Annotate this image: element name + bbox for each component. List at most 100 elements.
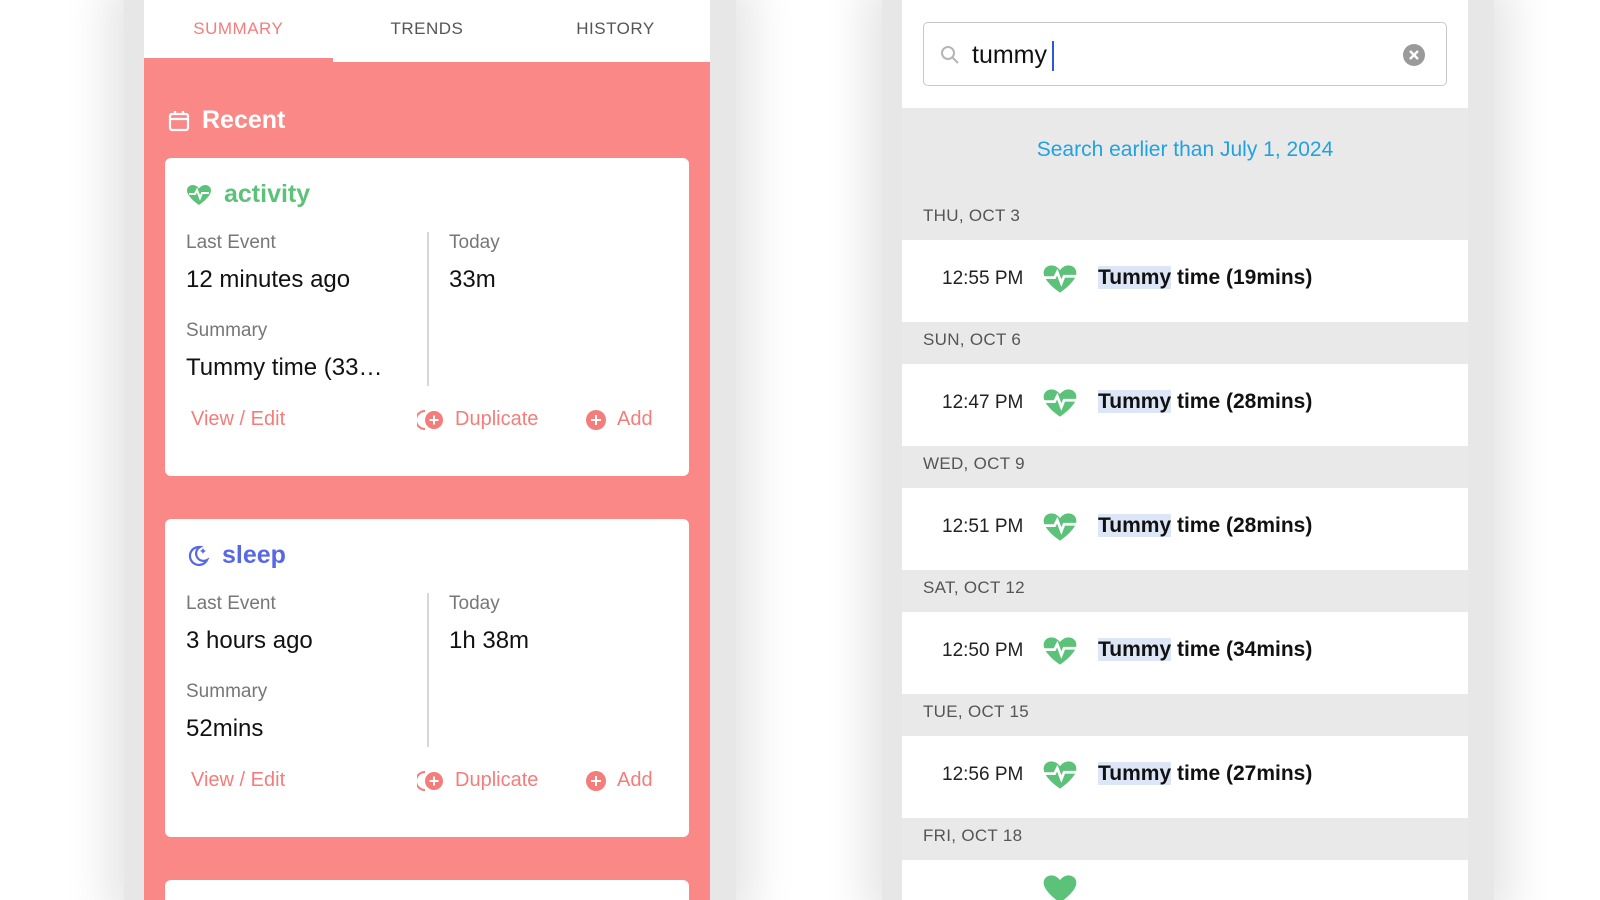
tab-history[interactable]: HISTORY: [521, 0, 710, 62]
result-text: Tummy time (19mins): [1098, 266, 1312, 290]
day-header: THU, OCT 3: [902, 198, 1468, 238]
summary-value: Tummy time (33…: [186, 354, 383, 381]
summary-label: Summary: [186, 320, 268, 341]
day-header: SAT, OCT 12: [902, 570, 1468, 610]
duplicate-label: Duplicate: [455, 769, 539, 791]
duplicate-label: Duplicate: [455, 408, 539, 430]
result-time: 12:55 PM: [942, 268, 1024, 289]
last-event-value: 12 minutes ago: [186, 266, 351, 293]
result-rest: time (19mins): [1171, 266, 1313, 289]
sleep-card: sleep Last Event 3 hours ago Summary 52m…: [165, 519, 689, 837]
heart-pulse-icon: [1043, 761, 1077, 789]
result-row[interactable]: 12:56 PM Tummy time (27mins): [902, 736, 1468, 818]
match-highlight: Tummy: [1098, 638, 1172, 661]
day-header: WED, OCT 9: [902, 446, 1468, 486]
duplicate-icon: [417, 409, 443, 430]
summary-label: Summary: [186, 681, 268, 702]
result-rest: time (28mins): [1171, 514, 1313, 537]
add-label: Add: [617, 408, 653, 430]
summary-phone: SUMMARY TRENDS HISTORY Recent activity L…: [124, 0, 736, 900]
view-edit-button[interactable]: View / Edit: [191, 769, 285, 792]
duplicate-button[interactable]: Duplicate: [417, 408, 538, 431]
add-label: Add: [617, 769, 653, 791]
card-divider: [427, 593, 429, 747]
last-event-label: Last Event: [186, 593, 276, 614]
search-icon: [941, 46, 959, 64]
result-text: Tummy time (28mins): [1098, 390, 1312, 414]
match-highlight: Tummy: [1098, 390, 1172, 413]
search-box[interactable]: [923, 22, 1447, 86]
activity-card: activity Last Event 12 minutes ago Summa…: [165, 158, 689, 476]
result-row[interactable]: 12:47 PM Tummy time (28mins): [902, 364, 1468, 446]
next-card: [165, 880, 689, 900]
add-icon: [586, 409, 606, 430]
result-time: 12:51 PM: [942, 516, 1024, 537]
add-button[interactable]: Add: [585, 408, 653, 431]
clear-search-icon[interactable]: [1402, 43, 1426, 67]
sleep-actions: View / Edit Duplicate Add: [165, 769, 689, 805]
day-label: SUN, OCT 6: [923, 330, 1022, 349]
activity-title: activity: [224, 180, 311, 208]
text-caret: [1052, 41, 1054, 71]
day-label: THU, OCT 3: [923, 206, 1021, 225]
tab-bar: SUMMARY TRENDS HISTORY: [144, 0, 710, 62]
result-row[interactable]: 12:51 PM Tummy time (28mins): [902, 488, 1468, 570]
card-divider: [427, 232, 429, 386]
heart-pulse-icon: [1043, 875, 1077, 900]
heart-pulse-icon: [1043, 265, 1077, 293]
activity-card-header: activity: [186, 180, 310, 209]
search-earlier-link[interactable]: Search earlier than July 1, 2024: [902, 138, 1468, 162]
result-time: 12:50 PM: [942, 640, 1024, 661]
search-phone: Search earlier than July 1, 2024 THU, OC…: [882, 0, 1494, 900]
last-event-value: 3 hours ago: [186, 627, 313, 654]
heart-pulse-icon: [1043, 513, 1077, 541]
result-row[interactable]: 12:50 PM Tummy time (34mins): [902, 612, 1468, 694]
tab-summary[interactable]: SUMMARY: [144, 0, 333, 62]
last-event-label: Last Event: [186, 232, 276, 253]
view-edit-button[interactable]: View / Edit: [191, 408, 285, 431]
summary-value: 52mins: [186, 715, 264, 742]
result-rest: time (34mins): [1171, 638, 1313, 661]
today-value: 1h 38m: [449, 627, 530, 654]
search-header: [902, 0, 1468, 108]
tab-trends[interactable]: TRENDS: [333, 0, 522, 62]
match-highlight: Tummy: [1098, 514, 1172, 537]
day-label: FRI, OCT 18: [923, 826, 1023, 845]
search-screen: Search earlier than July 1, 2024 THU, OC…: [902, 0, 1468, 900]
result-row[interactable]: [902, 860, 1468, 900]
match-highlight: Tummy: [1098, 762, 1172, 785]
day-header: TUE, OCT 15: [902, 694, 1468, 734]
sleep-card-header: sleep: [186, 541, 286, 570]
result-text: Tummy time (34mins): [1098, 638, 1312, 662]
duplicate-button[interactable]: Duplicate: [417, 769, 538, 792]
day-header: FRI, OCT 18: [902, 818, 1468, 858]
result-time: 12:47 PM: [942, 392, 1024, 413]
day-label: WED, OCT 9: [923, 454, 1025, 473]
heart-pulse-icon: [1043, 637, 1077, 665]
moon-icon: [188, 545, 210, 566]
today-label: Today: [449, 232, 500, 253]
add-icon: [586, 770, 606, 791]
heart-pulse-icon: [187, 184, 211, 205]
add-button[interactable]: Add: [585, 769, 653, 792]
today-value: 33m: [449, 266, 496, 293]
recent-heading: Recent: [168, 106, 285, 135]
day-header: SUN, OCT 6: [902, 322, 1468, 362]
result-text: Tummy time (27mins): [1098, 762, 1312, 786]
search-input[interactable]: [972, 39, 1372, 71]
recent-title: Recent: [202, 106, 286, 134]
result-rest: time (27mins): [1171, 762, 1313, 785]
match-highlight: Tummy: [1098, 266, 1172, 289]
sleep-title: sleep: [222, 541, 286, 569]
today-label: Today: [449, 593, 500, 614]
view-edit-label: View / Edit: [191, 408, 286, 430]
view-edit-label: View / Edit: [191, 769, 286, 791]
day-label: SAT, OCT 12: [923, 578, 1025, 597]
result-time: 12:56 PM: [942, 764, 1024, 785]
day-label: TUE, OCT 15: [923, 702, 1029, 721]
activity-actions: View / Edit Duplicate Add: [165, 408, 689, 444]
duplicate-icon: [417, 770, 443, 791]
result-rest: time (28mins): [1171, 390, 1313, 413]
result-row[interactable]: 12:55 PM Tummy time (19mins): [902, 240, 1468, 322]
heart-pulse-icon: [1043, 389, 1077, 417]
